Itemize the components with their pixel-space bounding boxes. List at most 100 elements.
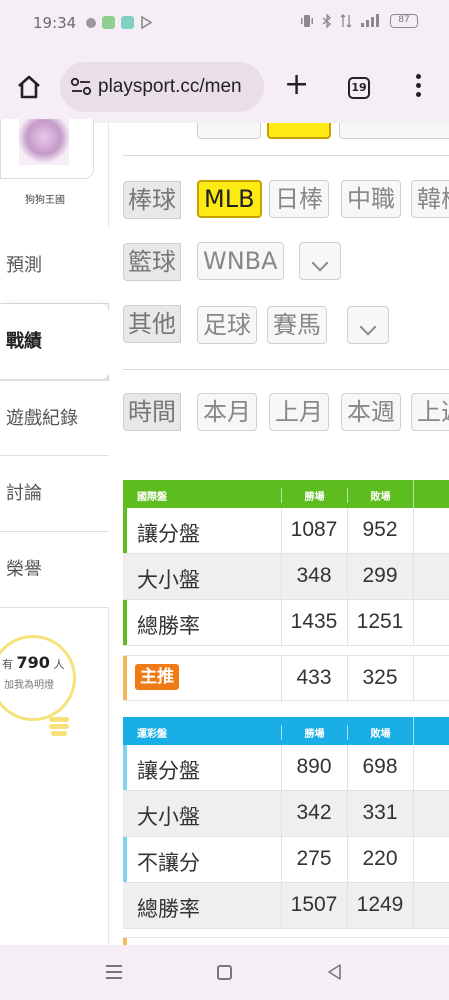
- divider: [123, 369, 449, 370]
- filter-soccer[interactable]: 足球: [197, 306, 257, 344]
- follower-suffix: 人: [53, 658, 65, 671]
- row-win: 890: [296, 755, 332, 778]
- row-label: 不讓分: [137, 851, 200, 875]
- row-label: 總勝率: [137, 614, 200, 638]
- row-label: 大小盤: [137, 568, 200, 592]
- row-label: 讓分盤: [137, 759, 200, 783]
- row-win: 348: [296, 564, 332, 587]
- lightbulb-icon: [49, 717, 69, 736]
- follower-count-text: 有 790 人: [2, 653, 64, 672]
- site-settings-icon[interactable]: [70, 77, 92, 97]
- filter-chip-partial[interactable]: [197, 123, 261, 139]
- main-pick-row: 主推 433 325: [123, 655, 449, 702]
- main-pick-loss: 325: [362, 666, 398, 689]
- other-dropdown[interactable]: [347, 306, 389, 344]
- avatar[interactable]: [0, 119, 94, 179]
- table-row: 總勝率 1435 1251: [123, 600, 449, 646]
- sidebar: 狗狗王國 預測 戰績 遊戲紀錄 討論 榮譽 有 790 人 加我為明燈: [0, 119, 109, 945]
- category-baseball: 棒球: [123, 181, 181, 219]
- avatar-image: [19, 119, 69, 165]
- category-other: 其他: [123, 305, 181, 343]
- sidebar-item-honor[interactable]: 榮譽: [0, 532, 109, 608]
- row-win: 1507: [290, 893, 338, 916]
- row-label: 讓分盤: [137, 522, 200, 546]
- sidebar-item-discussion[interactable]: 討論: [0, 456, 109, 532]
- table-row-partial: [123, 937, 449, 945]
- table-row: 大小盤 342 331: [123, 791, 449, 837]
- row-win: 1087: [290, 518, 338, 541]
- play-icon: [141, 16, 153, 29]
- browser-toolbar: playsport.cc/men + 19: [0, 50, 449, 123]
- header-label: 運彩盤: [137, 729, 167, 740]
- follower-prefix: 有: [2, 658, 13, 671]
- main-content: 棒球 MLB 日棒 中職 韓棒 籃球 WNBA 其他 足球 賽馬 時間 本月 上…: [109, 123, 449, 945]
- sidebar-item-game-log[interactable]: 遊戲紀錄: [0, 380, 109, 456]
- filter-chip-partial[interactable]: [339, 123, 449, 139]
- vibrate-icon: [301, 15, 313, 27]
- row-win: 275: [296, 847, 332, 870]
- notification-icons: [86, 16, 153, 29]
- home-icon[interactable]: [16, 74, 42, 100]
- url-text[interactable]: playsport.cc/men: [98, 76, 258, 98]
- chevron-down-icon: [359, 318, 377, 336]
- chat-icon: [86, 17, 96, 28]
- header-win: 勝場: [281, 725, 347, 740]
- chevron-down-icon: [311, 254, 329, 272]
- row-label: 大小盤: [137, 805, 200, 829]
- row-label: 總勝率: [137, 897, 200, 921]
- address-bar[interactable]: playsport.cc/men: [60, 62, 264, 112]
- sidebar-item-predict[interactable]: 預測: [0, 228, 109, 304]
- row-loss: 1251: [356, 610, 404, 633]
- filter-npb[interactable]: 日棒: [269, 180, 329, 218]
- filter-kbo[interactable]: 韓棒: [411, 180, 449, 218]
- filter-mlb[interactable]: MLB: [197, 180, 262, 218]
- row-loss: 331: [362, 801, 398, 824]
- header-label: 國際盤: [137, 492, 167, 503]
- divider: [123, 155, 449, 156]
- row-win: 1435: [290, 610, 338, 633]
- filter-last-month[interactable]: 上月: [269, 393, 329, 431]
- table-row: 讓分盤 1087 952: [123, 508, 449, 554]
- row-win: 342: [296, 801, 332, 824]
- table-row: 不讓分 275 220: [123, 837, 449, 883]
- signal-icon: [361, 14, 379, 27]
- filter-this-month[interactable]: 本月: [197, 393, 257, 431]
- status-time: 19:34: [33, 14, 77, 32]
- filter-last-week[interactable]: 上週: [411, 393, 449, 431]
- battery-indicator: 87: [390, 14, 418, 28]
- filter-cpbl[interactable]: 中職: [341, 180, 401, 218]
- header-extra-column: [413, 717, 449, 745]
- home-nav-icon[interactable]: [217, 965, 232, 980]
- overflow-menu-icon[interactable]: [414, 74, 422, 100]
- header-loss: 敗場: [347, 725, 413, 740]
- system-icons: 87: [300, 14, 418, 28]
- category-basketball: 籃球: [123, 243, 181, 281]
- table-row: 大小盤 348 299: [123, 554, 449, 600]
- filter-this-week[interactable]: 本週: [341, 393, 401, 431]
- filter-chip-partial-selected[interactable]: [267, 123, 331, 139]
- filter-wnba[interactable]: WNBA: [197, 242, 284, 280]
- new-tab-button[interactable]: +: [284, 70, 309, 100]
- tab-switcher-button[interactable]: 19: [348, 77, 370, 99]
- app-green-icon: [102, 16, 115, 29]
- header-win: 勝場: [281, 488, 347, 503]
- back-icon[interactable]: [326, 963, 344, 981]
- user-name: 狗狗王國: [25, 195, 65, 206]
- filter-horse-racing[interactable]: 賽馬: [267, 306, 327, 344]
- follower-count: 790: [16, 653, 50, 672]
- row-loss: 299: [362, 564, 398, 587]
- row-loss: 220: [362, 847, 398, 870]
- row-loss: 698: [362, 755, 398, 778]
- recent-apps-icon[interactable]: [106, 965, 122, 979]
- bluetooth-icon: [322, 14, 332, 28]
- header-loss: 敗場: [347, 488, 413, 503]
- data-icon: [340, 14, 352, 28]
- row-loss: 1249: [356, 893, 404, 916]
- basketball-dropdown[interactable]: [299, 242, 341, 280]
- system-nav-bar: [0, 945, 449, 1000]
- table-row: 總勝率 1507 1249: [123, 883, 449, 929]
- sidebar-item-record[interactable]: 戰績: [0, 304, 109, 380]
- international-table-header: 國際盤 勝場 敗場: [123, 480, 449, 508]
- header-extra-column: [413, 480, 449, 508]
- category-time: 時間: [123, 393, 181, 431]
